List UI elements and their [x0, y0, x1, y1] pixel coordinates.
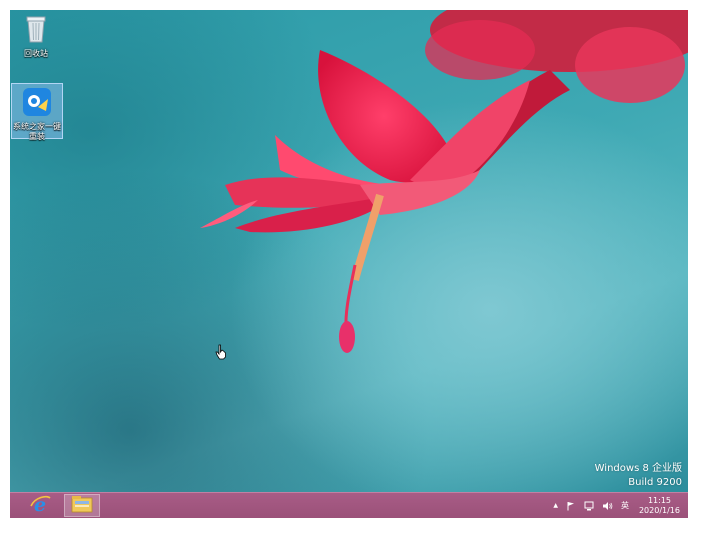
- file-explorer-icon: [71, 495, 93, 517]
- recycle-bin-icon: [10, 14, 62, 47]
- network-icon[interactable]: [584, 501, 594, 511]
- taskbar: e ▲ 英 11:15 2020/1/16: [10, 492, 688, 518]
- clock-time: 11:15: [647, 495, 672, 505]
- watermark-edition: Windows 8 企业版: [594, 463, 682, 474]
- desktop-icon-label: 系统之家一键重装: [13, 122, 61, 141]
- desktop-icon-label: 回收站: [24, 49, 48, 58]
- clock-date: 2020/1/16: [638, 505, 680, 515]
- taskbar-internet-explorer[interactable]: e: [22, 494, 58, 517]
- show-hidden-icons-chevron-icon[interactable]: ▲: [553, 502, 558, 509]
- taskbar-file-explorer[interactable]: [64, 494, 100, 517]
- flag-icon[interactable]: [566, 501, 576, 511]
- input-method-indicator[interactable]: 英: [621, 500, 629, 511]
- wallpaper-flower-image: [200, 10, 688, 353]
- desktop-icon-recycle-bin[interactable]: 回收站: [10, 14, 62, 59]
- desktop-icon-onekey-reinstall[interactable]: 系统之家一键重装: [11, 83, 63, 141]
- desktop-screen: 回收站 系统之家一键重装 Windows 8 企业版 Build 9200 e: [10, 10, 688, 518]
- windows-version-watermark: Windows 8 企业版 Build 9200: [595, 462, 682, 490]
- taskbar-clock[interactable]: 11:15 2020/1/16: [639, 496, 680, 516]
- internet-explorer-icon: e: [29, 494, 51, 518]
- hand-cursor-icon: [215, 344, 227, 364]
- speaker-icon[interactable]: [602, 501, 613, 511]
- system-tray: ▲ 英 11:15 2020/1/16: [549, 493, 688, 518]
- watermark-build: Build 9200: [628, 477, 682, 488]
- onekey-reinstall-icon: [12, 87, 62, 120]
